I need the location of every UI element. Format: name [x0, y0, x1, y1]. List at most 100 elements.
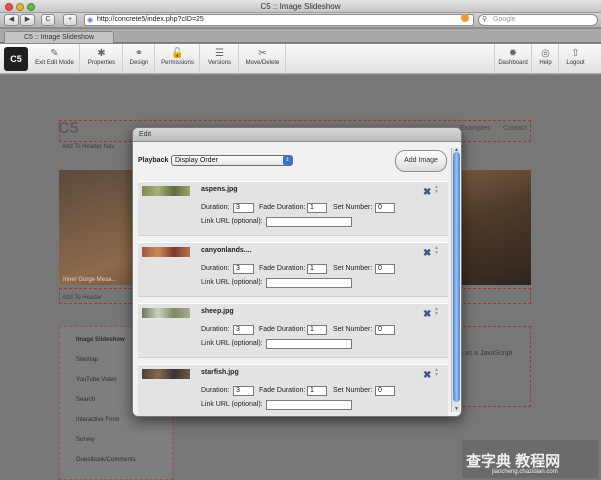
sidebar-item-youtube-video[interactable]: YouTube Video	[76, 377, 116, 383]
delete-icon[interactable]: ✖	[423, 248, 431, 259]
nav-contact[interactable]: Contact	[503, 125, 527, 132]
sidebar-item-image-slideshow[interactable]: Image Slideshow	[76, 337, 125, 343]
header-add-link[interactable]: Add To Header	[62, 295, 102, 301]
slideshow-image-item: sheep.jpg Duration: 3 Fade Duration: 1 S…	[138, 303, 448, 358]
permissions-label: Permissions	[161, 60, 194, 66]
fade-duration-input[interactable]: 1	[307, 203, 327, 213]
playback-select[interactable]: Display Order ⇕	[171, 155, 293, 166]
versions-label: Versions	[207, 60, 231, 66]
fade-duration-input[interactable]: 1	[307, 264, 327, 274]
scissors-icon: ✂	[258, 48, 267, 59]
logout-icon: ⇧	[571, 48, 580, 59]
help-button[interactable]: ◎ Help	[533, 44, 559, 74]
logout-button[interactable]: ⇧ Logout	[560, 44, 591, 74]
dialog-title: Edit	[133, 128, 461, 142]
design-button[interactable]: ⚭ Design	[124, 44, 155, 74]
search-input[interactable]: ⚲ Google	[478, 14, 598, 26]
exit-edit-mode-button[interactable]: ✎ Exit Edit Mode	[30, 44, 80, 74]
help-icon: ◎	[541, 48, 550, 59]
set-number-input[interactable]: 0	[375, 325, 395, 335]
forward-button[interactable]: ▶	[20, 14, 35, 26]
sidebar-item-sitemap[interactable]: Sitemap	[76, 357, 98, 363]
rss-icon[interactable]	[461, 14, 469, 22]
sidebar-item-guestbook[interactable]: Guestbook/Comments	[76, 457, 136, 463]
image-filename: canyonlands....	[201, 247, 252, 254]
link-url-input[interactable]	[266, 339, 352, 349]
duration-label: Duration:	[201, 204, 230, 211]
fade-duration-label: Fade Duration:	[259, 326, 306, 333]
header-nav-add-link[interactable]: Add To Header Nav	[62, 144, 114, 150]
tab-strip: C5 :: Image Slideshow	[0, 29, 601, 43]
sidebar-item-survey[interactable]: Survey	[76, 437, 95, 443]
globe-icon: ◉	[87, 17, 94, 24]
image-filename: sheep.jpg	[201, 308, 234, 315]
design-label: Design	[129, 60, 149, 66]
link-url-input[interactable]	[266, 400, 352, 410]
sidebar-item-interactive-form[interactable]: Interactive Form	[76, 417, 119, 423]
link-url-label: Link URL (optional):	[201, 279, 263, 286]
link-url-label: Link URL (optional):	[201, 218, 263, 225]
c5-logo[interactable]: C5	[4, 47, 28, 71]
glasses-icon: ⚭	[134, 48, 144, 59]
browser-toolbar: ◀ ▶ C + ◉ http://concrete5/index.php?cID…	[0, 13, 601, 28]
select-arrows-icon: ⇕	[283, 156, 292, 165]
delete-icon[interactable]: ✖	[423, 370, 431, 381]
add-image-button[interactable]: Add Image	[395, 150, 447, 172]
image-filename: aspens.jpg	[201, 186, 238, 193]
permissions-button[interactable]: 🔓 Permissions	[156, 44, 200, 74]
move-delete-label: Move/Delete	[245, 60, 280, 66]
set-number-input[interactable]: 0	[375, 264, 395, 274]
add-bookmark-button[interactable]: +	[63, 14, 77, 26]
main-text: up as a JavaScript	[455, 350, 513, 357]
fade-duration-label: Fade Duration:	[259, 265, 306, 272]
exit-edit-mode-label: Exit Edit Mode	[35, 60, 74, 66]
image-thumbnail	[142, 369, 190, 379]
nav-examples[interactable]: Examples	[460, 125, 491, 132]
reorder-icon[interactable]: ▲ ▼	[434, 368, 439, 378]
scrollbar-thumb[interactable]	[453, 152, 460, 402]
back-button[interactable]: ◀	[4, 14, 19, 26]
reorder-icon[interactable]: ▲ ▼	[434, 185, 439, 195]
duration-label: Duration:	[201, 387, 230, 394]
scroll-down-icon[interactable]: ▼	[453, 406, 460, 412]
image-thumbnail	[142, 308, 190, 318]
duration-input[interactable]: 3	[233, 264, 254, 274]
move-delete-button[interactable]: ✂ Move/Delete	[240, 44, 286, 74]
address-text: http://concrete5/index.php?cID=25	[97, 16, 204, 23]
set-number-label: Set Number:	[333, 387, 373, 394]
address-bar[interactable]: ◉ http://concrete5/index.php?cID=25	[84, 14, 474, 26]
duration-input[interactable]: 3	[233, 203, 254, 213]
link-url-input[interactable]	[266, 217, 352, 227]
fade-duration-input[interactable]: 1	[307, 325, 327, 335]
reorder-icon[interactable]: ▲ ▼	[434, 307, 439, 317]
watermark: 查字典 教程网 jiaocheng.chazidian.com	[462, 440, 598, 478]
fade-duration-input[interactable]: 1	[307, 386, 327, 396]
reload-button[interactable]: C	[41, 14, 55, 26]
link-url-label: Link URL (optional):	[201, 340, 263, 347]
slideshow-image-item: starfish.jpg Duration: 3 Fade Duration: …	[138, 364, 448, 416]
dashboard-button[interactable]: ✹ Dashboard	[494, 44, 532, 74]
duration-input[interactable]: 3	[233, 325, 254, 335]
versions-button[interactable]: ☰ Versions	[201, 44, 239, 74]
watermark-text: 查字典 教程网	[466, 453, 561, 470]
dashboard-label: Dashboard	[498, 60, 528, 66]
delete-icon[interactable]: ✖	[423, 187, 431, 198]
sidebar-item-search[interactable]: Search	[76, 397, 95, 403]
link-url-input[interactable]	[266, 278, 352, 288]
tab-image-slideshow[interactable]: C5 :: Image Slideshow	[4, 31, 114, 43]
set-number-input[interactable]: 0	[375, 386, 395, 396]
help-label: Help	[539, 60, 552, 66]
set-number-input[interactable]: 0	[375, 203, 395, 213]
reorder-icon[interactable]: ▲ ▼	[434, 246, 439, 256]
image-filename: starfish.jpg	[201, 369, 239, 376]
delete-icon[interactable]: ✖	[423, 309, 431, 320]
duration-label: Duration:	[201, 326, 230, 333]
properties-button[interactable]: ✱ Properties	[81, 44, 123, 74]
duration-label: Duration:	[201, 265, 230, 272]
dialog-scrollbar[interactable]: ▲ ▼	[451, 147, 460, 412]
watermark-url: jiaocheng.chazidian.com	[492, 469, 558, 475]
playback-value: Display Order	[175, 157, 218, 164]
versions-icon: ☰	[215, 48, 224, 59]
image-thumbnail	[142, 186, 190, 196]
duration-input[interactable]: 3	[233, 386, 254, 396]
